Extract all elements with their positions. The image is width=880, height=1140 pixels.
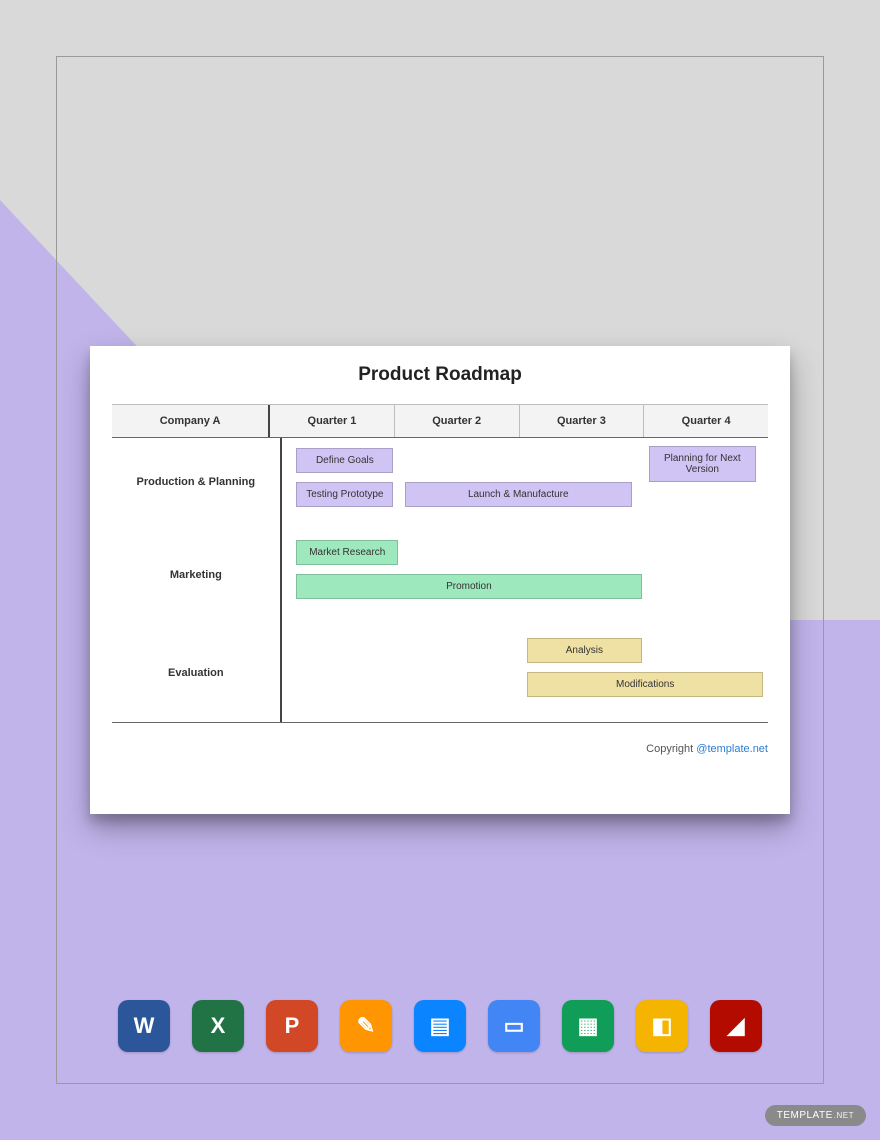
format-icons-row: WXP ✎ ▤ ▭ ▦ ◧ ◢ [0,1000,880,1052]
copyright-text: Copyright [646,743,696,755]
pdf-icon-glyph: ◢ [710,1000,762,1052]
header-q2: Quarter 2 [394,405,519,437]
task-bar: Analysis [527,638,641,663]
header-q4: Quarter 4 [643,405,768,437]
row-label: Evaluation [112,624,282,722]
google-sheets-icon-glyph: ▦ [562,1000,614,1052]
task-bar: Testing Prototype [296,482,393,507]
task-bar: Market Research [296,540,398,565]
excel-icon[interactable]: X [192,1000,244,1052]
row-lanes: Market Research Promotion [282,526,768,624]
google-slides-icon[interactable]: ◧ [636,1000,688,1052]
roadmap-row: Evaluation Analysis Modifications [112,624,768,722]
row-label: Production & Planning [112,438,282,526]
copyright-link[interactable]: @template.net [696,743,768,755]
excel-icon-glyph: X [192,1000,244,1052]
keynote-icon-glyph: ▤ [414,1000,466,1052]
task-bar: Planning for Next Version [649,446,756,482]
keynote-icon[interactable]: ▤ [414,1000,466,1052]
watermark-brand: TEMPLATE [777,1110,833,1121]
header-q1: Quarter 1 [270,405,394,437]
powerpoint-icon[interactable]: P [266,1000,318,1052]
google-docs-icon[interactable]: ▭ [488,1000,540,1052]
header-q3: Quarter 3 [519,405,644,437]
roadmap-row: Production & Planning Define Goals Plannin… [112,438,768,526]
header-company: Company A [112,405,270,437]
task-bar: Modifications [527,672,763,697]
task-bar: Define Goals [296,448,393,473]
table-header: Company A Quarter 1 Quarter 2 Quarter 3 … [112,405,768,438]
word-icon-glyph: W [118,1000,170,1052]
roadmap-row: Marketing Market Research Promotion [112,526,768,624]
document-page: Product Roadmap Company A Quarter 1 Quar… [90,346,790,814]
google-docs-icon-glyph: ▭ [488,1000,540,1052]
row-lanes: Analysis Modifications [282,624,768,722]
copyright: Copyright @template.net [112,743,768,755]
row-label: Marketing [112,526,282,624]
word-icon[interactable]: W [118,1000,170,1052]
pages-icon[interactable]: ✎ [340,1000,392,1052]
task-bar: Promotion [296,574,641,599]
page-title: Product Roadmap [112,364,768,386]
task-bar: Launch & Manufacture [405,482,632,507]
watermark-badge: TEMPLATE.NET [765,1105,866,1126]
google-sheets-icon[interactable]: ▦ [562,1000,614,1052]
powerpoint-icon-glyph: P [266,1000,318,1052]
google-slides-icon-glyph: ◧ [636,1000,688,1052]
roadmap-table: Company A Quarter 1 Quarter 2 Quarter 3 … [112,404,768,723]
pdf-icon[interactable]: ◢ [710,1000,762,1052]
row-lanes: Define Goals Planning for Next Version Tes… [282,438,768,526]
watermark-tld: .NET [834,1111,854,1120]
pages-icon-glyph: ✎ [340,1000,392,1052]
